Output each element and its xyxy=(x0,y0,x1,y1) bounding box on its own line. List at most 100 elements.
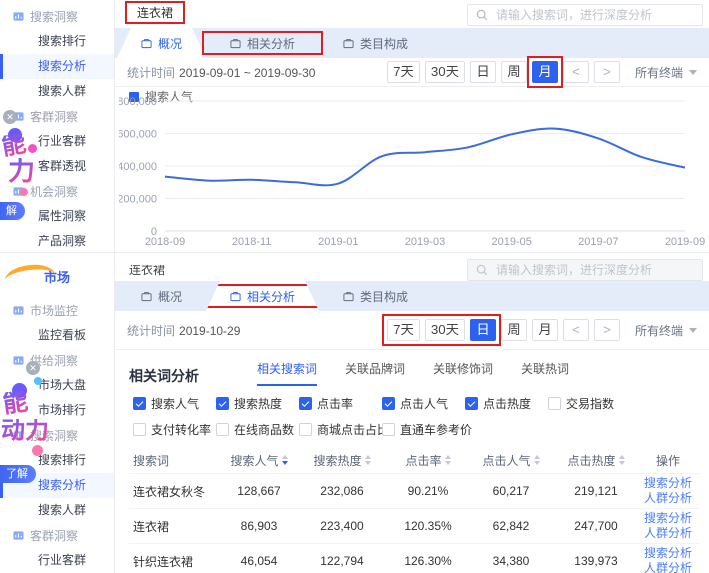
subtab-bar: 相关搜索词 关联品牌词 关联修饰词 关联热词 xyxy=(257,360,569,386)
tab[interactable]: 相关分析 xyxy=(206,28,319,58)
sidebar-group-label: 搜索洞察 xyxy=(30,427,78,444)
sort-icon[interactable] xyxy=(445,455,451,465)
metric-label: 搜索热度 xyxy=(234,395,282,412)
action-link[interactable]: 搜索分析 xyxy=(644,546,692,561)
action-link[interactable]: 人群分析 xyxy=(644,526,692,541)
range-button[interactable]: 7天 xyxy=(387,61,420,83)
range-button[interactable]: 月 xyxy=(532,61,558,83)
subtab[interactable]: 关联修饰词 xyxy=(433,360,493,386)
metric-checkbox[interactable]: 搜索人气 xyxy=(133,395,216,412)
sort-icon[interactable] xyxy=(619,455,625,465)
terminal-dropdown[interactable]: 所有终端 xyxy=(635,322,697,339)
sidebar-item[interactable]: 客群透视 xyxy=(0,154,114,179)
cell-keyword: 连衣裙 xyxy=(129,518,219,535)
trend-line-chart: 0200,000400,000600,000800,0002018-092018… xyxy=(119,96,707,250)
tab[interactable]: 相关分析 xyxy=(206,281,319,311)
search-icon xyxy=(476,264,488,276)
action-link[interactable]: 搜索分析 xyxy=(644,476,692,491)
metric-label: 点击率 xyxy=(317,395,353,412)
sidebar-item[interactable]: 产品洞察 xyxy=(0,229,114,252)
prev-button[interactable]: < xyxy=(563,61,589,83)
checkbox-icon[interactable] xyxy=(216,423,229,436)
annotation-red-box: 7天30天日 xyxy=(387,319,496,341)
column-header[interactable]: 搜索热度 xyxy=(299,452,385,469)
metric-checkbox[interactable]: 商城点击占比 xyxy=(299,421,382,438)
keyword-label: 连衣裙 xyxy=(137,6,173,20)
metric-checkbox[interactable]: 交易指数 xyxy=(548,395,631,412)
svg-text:2019-01: 2019-01 xyxy=(318,236,358,248)
metric-checkbox[interactable]: 直通车参考价 xyxy=(382,421,465,438)
column-header[interactable]: 搜索人气 xyxy=(219,452,299,469)
next-button[interactable]: > xyxy=(594,61,620,83)
column-header[interactable]: 点击率 xyxy=(385,452,471,469)
next-button[interactable]: > xyxy=(594,319,620,341)
sidebar-item[interactable]: 行业客群 xyxy=(0,129,114,154)
promo-badge[interactable]: 解 xyxy=(0,202,25,220)
action-link[interactable]: 搜索分析 xyxy=(644,511,692,526)
checkbox-icon[interactable] xyxy=(216,397,229,410)
search-input[interactable] xyxy=(494,262,694,278)
close-icon[interactable] xyxy=(26,361,40,375)
sidebar-group: 搜索洞察 xyxy=(0,423,114,448)
checkbox-icon[interactable] xyxy=(382,423,395,436)
checkbox-icon[interactable] xyxy=(299,397,312,410)
sidebar-item[interactable]: 行业客群 xyxy=(0,548,114,573)
subtab[interactable]: 关联热词 xyxy=(521,360,569,386)
terminal-dropdown[interactable]: 所有终端 xyxy=(635,64,697,81)
metric-label: 交易指数 xyxy=(566,395,614,412)
table-row: 针织连衣裙46,054122,794126.30%34,380139,973搜索… xyxy=(129,543,699,573)
range-button[interactable]: 30天 xyxy=(425,319,465,341)
sidebar-item[interactable]: 搜索人群 xyxy=(0,79,114,104)
promo-badge[interactable]: 了解 xyxy=(0,465,36,483)
range-button[interactable]: 周 xyxy=(501,319,527,341)
range-button[interactable]: 月 xyxy=(532,319,558,341)
sidebar-item[interactable]: 监控看板 xyxy=(0,323,114,348)
checkbox-icon[interactable] xyxy=(133,397,146,410)
search-input[interactable] xyxy=(494,7,694,23)
close-icon[interactable] xyxy=(3,110,17,124)
metric-checkbox[interactable]: 支付转化率 xyxy=(133,421,216,438)
tab[interactable]: 类目构成 xyxy=(319,28,432,58)
column-header[interactable]: 点击热度 xyxy=(551,452,641,469)
sidebar-item[interactable]: 搜索排行 xyxy=(0,29,114,54)
metric-checkbox[interactable]: 点击率 xyxy=(299,395,382,412)
sidebar-item[interactable]: 市场大盘 xyxy=(0,373,114,398)
prev-button[interactable]: < xyxy=(563,319,589,341)
checkbox-icon[interactable] xyxy=(548,397,561,410)
svg-text:400,000: 400,000 xyxy=(119,161,157,173)
date-range-controls: 7天30天日周月<> 所有终端 xyxy=(387,319,697,341)
metric-checkbox[interactable]: 点击人气 xyxy=(382,395,465,412)
stat-time: 统计时间2019-10-29 xyxy=(127,322,240,339)
cell-value: 219,121 xyxy=(551,484,641,498)
tab[interactable]: 类目构成 xyxy=(319,281,432,311)
range-button[interactable]: 日 xyxy=(470,61,496,83)
tab[interactable]: 概况 xyxy=(117,28,206,58)
action-link[interactable]: 人群分析 xyxy=(644,561,692,573)
action-link[interactable]: 人群分析 xyxy=(644,491,692,506)
sort-icon[interactable] xyxy=(534,455,540,465)
sort-icon[interactable] xyxy=(282,455,288,465)
related-words-table: 搜索词搜索人气搜索热度点击率点击人气点击热度操作连衣裙女秋冬128,667232… xyxy=(129,447,699,573)
subtab[interactable]: 相关搜索词 xyxy=(257,360,317,386)
column-header[interactable]: 点击人气 xyxy=(471,452,551,469)
range-button[interactable]: 周 xyxy=(501,61,527,83)
sidebar-item[interactable]: 搜索人群 xyxy=(0,498,114,523)
checkbox-icon[interactable] xyxy=(299,423,312,436)
search-box[interactable] xyxy=(467,259,703,281)
subtab[interactable]: 关联品牌词 xyxy=(345,360,405,386)
sort-icon[interactable] xyxy=(365,455,371,465)
sidebar-group-label: 市场监控 xyxy=(30,302,78,319)
checkbox-icon[interactable] xyxy=(382,397,395,410)
metric-checkbox[interactable]: 搜索热度 xyxy=(216,395,299,412)
range-button[interactable]: 7天 xyxy=(387,319,420,341)
metric-checkbox[interactable]: 点击热度 xyxy=(465,395,548,412)
range-button[interactable]: 日 xyxy=(470,319,496,341)
checkbox-icon[interactable] xyxy=(133,423,146,436)
range-button[interactable]: 30天 xyxy=(425,61,465,83)
checkbox-icon[interactable] xyxy=(465,397,478,410)
sidebar-item[interactable]: 市场排行 xyxy=(0,398,114,423)
tab[interactable]: 概况 xyxy=(117,281,206,311)
sidebar-item[interactable]: 搜索分析 xyxy=(0,54,114,79)
metric-checkbox[interactable]: 在线商品数 xyxy=(216,421,299,438)
search-box[interactable] xyxy=(467,4,703,26)
